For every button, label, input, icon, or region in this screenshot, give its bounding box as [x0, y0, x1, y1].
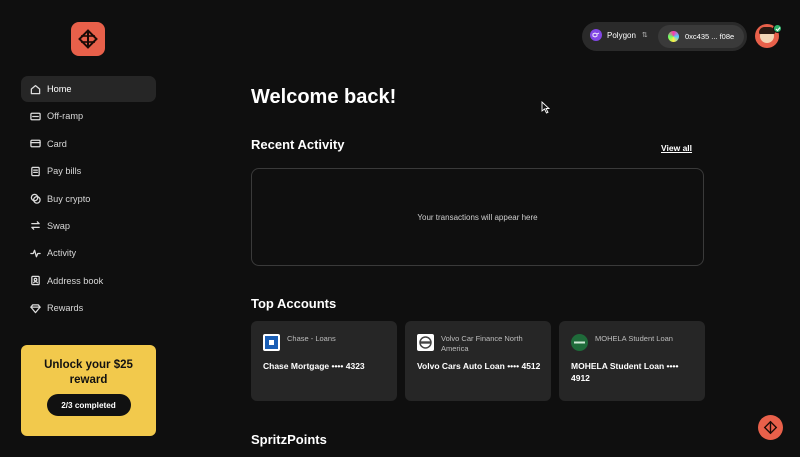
mouse-cursor-icon	[541, 101, 550, 114]
spritz-logo-icon	[78, 29, 98, 49]
recent-activity-panel: Your transactions will appear here	[251, 168, 704, 266]
account-card[interactable]: Volvo Car Finance North America Volvo Ca…	[405, 321, 551, 401]
pay-bills-icon	[30, 166, 41, 177]
buy-crypto-icon	[30, 193, 41, 204]
top-accounts-title: Top Accounts	[251, 296, 337, 311]
sidebar-item-off-ramp[interactable]: Off-ramp	[21, 103, 156, 129]
wallet-avatar-icon	[668, 31, 679, 42]
account-name: Volvo Cars Auto Loan •••• 4512	[417, 361, 541, 371]
sidebar-item-label: Home	[47, 84, 72, 94]
bank-name: MOHELA Student Loan	[595, 334, 673, 343]
sidebar-item-label: Address book	[47, 275, 104, 286]
sidebar-item-label: Rewards	[47, 303, 84, 314]
spritz-logo-icon	[763, 420, 778, 435]
promo-title: Unlock your $25 reward	[44, 359, 133, 386]
wallet-address: 0xc435 ... f08e	[685, 32, 735, 41]
view-all-link[interactable]: View all	[661, 143, 692, 153]
address-book-icon	[30, 275, 41, 286]
sidebar-item-swap[interactable]: Swap	[21, 213, 156, 239]
chevron-updown-icon: ⇅	[641, 32, 648, 39]
home-icon	[30, 84, 41, 95]
sidebar-item-buy-crypto[interactable]: Buy crypto	[21, 186, 156, 212]
account-name: Chase Mortgage •••• 4323	[263, 361, 365, 371]
account-card[interactable]: MOHELA Student Loan MOHELA Student Loan …	[559, 321, 705, 401]
card-icon	[30, 138, 41, 149]
sidebar-item-rewards[interactable]: Rewards	[21, 295, 156, 321]
sidebar-item-home[interactable]: Home	[21, 76, 156, 102]
promo-progress-button[interactable]: 2/3 completed	[46, 394, 131, 416]
off-ramp-icon	[30, 111, 41, 122]
chase-logo	[263, 334, 280, 351]
empty-activity-text: Your transactions will appear here	[417, 212, 538, 222]
wallet-pill: Polygon ⇅ 0xc435 ... f08e	[582, 22, 747, 51]
swap-icon	[30, 220, 41, 231]
sidebar-item-label: Activity	[47, 248, 77, 259]
account-card[interactable]: Chase - Loans Chase Mortgage •••• 4323	[251, 321, 397, 401]
user-avatar[interactable]	[755, 24, 782, 48]
wallet-address-button[interactable]: 0xc435 ... f08e	[658, 25, 744, 48]
network-label: Polygon	[607, 30, 636, 40]
spritz-points-title: SpritzPoints	[251, 432, 327, 447]
sidebar-item-label: Buy crypto	[47, 193, 91, 204]
sidebar-item-card[interactable]: Card	[21, 131, 156, 157]
volvo-logo	[417, 334, 434, 351]
reward-promo-card: Unlock your $25 reward 2/3 completed	[21, 345, 156, 436]
sidebar-item-label: Pay bills	[47, 166, 82, 177]
recent-activity-title: Recent Activity	[251, 137, 345, 152]
sidebar-nav: Home Off-ramp Card Pay bills Buy crypto …	[21, 76, 156, 323]
sidebar-item-label: Off-ramp	[47, 111, 84, 122]
sidebar-item-label: Card	[47, 138, 67, 149]
sidebar-item-pay-bills[interactable]: Pay bills	[21, 158, 156, 184]
sidebar-item-address-book[interactable]: Address book	[21, 268, 156, 294]
mohela-logo	[571, 334, 588, 351]
polygon-icon	[590, 29, 602, 41]
app-logo[interactable]	[71, 22, 105, 56]
network-selector[interactable]: Polygon ⇅	[590, 29, 648, 41]
support-chat-button[interactable]	[758, 415, 783, 440]
account-name: MOHELA Student Loan •••• 4912	[571, 361, 679, 383]
rewards-icon	[30, 303, 41, 314]
verified-check-icon	[773, 24, 782, 33]
bank-name: Volvo Car Finance North America	[441, 334, 523, 353]
sidebar-item-activity[interactable]: Activity	[21, 240, 156, 266]
activity-icon	[30, 248, 41, 259]
bank-name: Chase - Loans	[287, 334, 336, 343]
sidebar-item-label: Swap	[47, 220, 70, 231]
page-title: Welcome back!	[251, 86, 397, 108]
